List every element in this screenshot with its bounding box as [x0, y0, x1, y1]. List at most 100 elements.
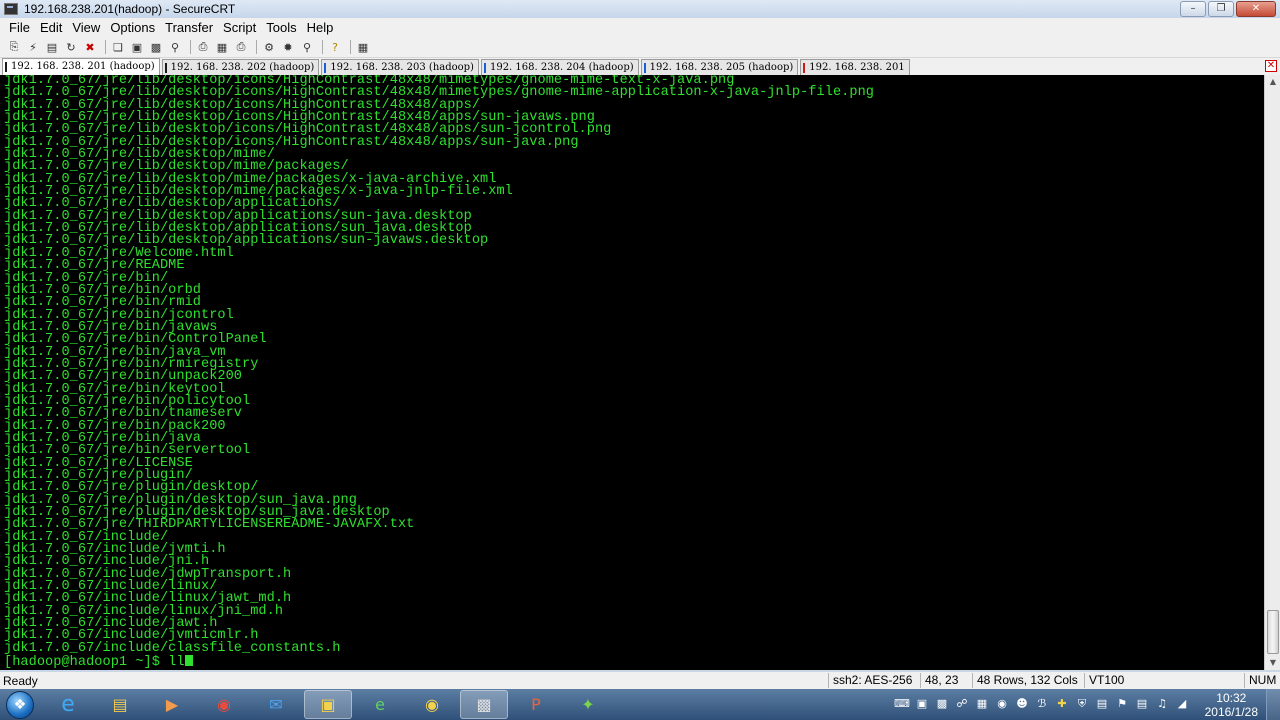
command-prompt-line[interactable]: [hadoop@hadoop1 ~]$ ll	[4, 655, 1264, 670]
360-browser-icon[interactable]: e	[356, 690, 404, 719]
menu-view[interactable]: View	[67, 20, 105, 35]
status-cursor-position: 48, 23	[920, 673, 958, 688]
explorer-icon[interactable]: ▤	[96, 690, 144, 719]
securecrt-app-icon[interactable]	[4, 3, 18, 15]
toolbar-separator	[105, 40, 106, 54]
windows-flag-icon[interactable]: ▦	[972, 693, 992, 715]
connect-icon[interactable]: ⎘	[6, 39, 22, 55]
copy-icon[interactable]: ❏	[110, 39, 126, 55]
filezilla-icon[interactable]: ◉	[408, 690, 456, 719]
menu-bar: File Edit View Options Transfer Script T…	[0, 18, 1280, 37]
title-bar: 192.168.238.201(hadoop) - SecureCRT – ❐ …	[0, 0, 1280, 18]
terminal-line: jdk1.7.0_67/jre/THIRDPARTYLICENSEREADME-…	[4, 517, 415, 533]
maximize-button[interactable]: ❐	[1208, 1, 1234, 17]
status-terminal-size: 48 Rows, 132 Cols	[972, 673, 1078, 688]
keyboard-icon[interactable]: ⌨	[892, 693, 912, 715]
media-player-icon[interactable]: ▶	[148, 690, 196, 719]
tab-status-indicator	[483, 63, 486, 73]
tab-session-204[interactable]: 192. 168. 238. 204 (hadoop)	[480, 59, 639, 75]
qq-icon[interactable]: ☻	[1012, 693, 1032, 715]
terminal-line: jdk1.7.0_67/jre/LICENSE	[4, 455, 193, 471]
tray-app-icon[interactable]: ▩	[932, 693, 952, 715]
menu-options[interactable]: Options	[105, 20, 160, 35]
menu-file[interactable]: File	[4, 20, 35, 35]
tab-session-203[interactable]: 192. 168. 238. 203 (hadoop)	[321, 59, 479, 75]
terminal-line: jdk1.7.0_67/jre/README	[4, 258, 185, 274]
scroll-down-arrow-icon[interactable]: ▼	[1265, 656, 1280, 670]
terminal-lines: jdk1.7.0_67/jre/lib/desktop/icons/HighCo…	[4, 75, 1264, 655]
terminal-output[interactable]: jdk1.7.0_67/jre/lib/desktop/icons/HighCo…	[0, 75, 1264, 670]
copy-paste-icon[interactable]: ▩	[148, 39, 164, 55]
start-button[interactable]: ❖	[0, 689, 40, 720]
session-options-icon[interactable]: ⚙	[261, 39, 277, 55]
global-options-icon[interactable]: ✹	[280, 39, 296, 55]
paste-icon[interactable]: ▣	[129, 39, 145, 55]
tray-app-icon[interactable]: ▣	[912, 693, 932, 715]
tab-label: 192. 168. 238. 201	[809, 62, 905, 73]
tab-status-indicator	[5, 62, 7, 72]
powerpoint-icon[interactable]: P	[512, 690, 560, 719]
menu-edit[interactable]: Edit	[35, 20, 67, 35]
scroll-up-arrow-icon[interactable]: ▲	[1265, 75, 1280, 89]
command-input[interactable]: ll	[168, 655, 184, 670]
outlook-icon[interactable]: ✉	[252, 690, 300, 719]
terminal-scrollbar[interactable]: ▲ ▼	[1264, 75, 1280, 670]
tab-label: 192. 168. 238. 202 (hadoop)	[170, 62, 315, 73]
connect-in-tab-icon[interactable]: ▤	[44, 39, 60, 55]
bluetooth-icon[interactable]: ℬ	[1032, 693, 1052, 715]
securecrt-icon[interactable]: ▣	[304, 690, 352, 719]
signal-icon[interactable]: ◢	[1172, 693, 1192, 715]
print-setup-icon[interactable]: ⎙	[233, 39, 249, 55]
minimize-button[interactable]: –	[1180, 1, 1206, 17]
system-clock[interactable]: 10:32 2016/1/28	[1205, 691, 1258, 719]
reconnect-icon[interactable]: ↻	[63, 39, 79, 55]
tab-status-indicator	[643, 63, 646, 73]
toolbar-separator	[190, 40, 191, 54]
toolbar: ⎘ ⚡ ▤ ↻ ✖ ❏ ▣ ▩ ⚲ ⎙ ▦ ⎙ ⚙ ✹ ⚲ ? ▦	[0, 37, 1280, 58]
menu-script[interactable]: Script	[218, 20, 261, 35]
tab-session-205[interactable]: 192. 168. 238. 205 (hadoop)	[640, 59, 799, 75]
volume-icon[interactable]: ♫	[1152, 693, 1172, 715]
keymap-icon[interactable]: ⚲	[299, 39, 315, 55]
print-icon[interactable]: ⎙	[195, 39, 211, 55]
toolbar-separator	[256, 40, 257, 54]
status-ready: Ready	[3, 673, 38, 688]
tab-session-201[interactable]: 192. 168. 238. 201 (hadoop)	[2, 58, 160, 75]
tab-status-indicator	[164, 63, 167, 73]
tab-session-201-2[interactable]: 192. 168. 238. 201	[800, 59, 910, 75]
green-app-icon[interactable]: ✦	[564, 690, 612, 719]
clock-time: 10:32	[1216, 691, 1247, 705]
tab-label: 192. 168. 238. 201 (hadoop)	[11, 61, 155, 72]
app-window-icon[interactable]: ▩	[460, 690, 508, 719]
clock-date: 2016/1/28	[1204, 705, 1258, 719]
tab-session-202[interactable]: 192. 168. 238. 202 (hadoop)	[161, 59, 320, 75]
quick-connect-icon[interactable]: ⚡	[25, 39, 41, 55]
sftp-icon[interactable]: ▦	[355, 39, 371, 55]
status-bar: Ready ssh2: AES-256 48, 23 48 Rows, 132 …	[0, 672, 1280, 689]
shield-icon[interactable]: ☍	[952, 693, 972, 715]
tray-app-icon[interactable]: ◉	[992, 693, 1012, 715]
print-selection-icon[interactable]: ▦	[214, 39, 230, 55]
chrome-icon[interactable]: ◉	[200, 690, 248, 719]
show-desktop-button[interactable]	[1266, 689, 1280, 720]
terminal-line: jdk1.7.0_67/include/classfile_constants.…	[4, 640, 341, 656]
security-icon[interactable]: ⛨	[1072, 693, 1092, 715]
terminal-line: jdk1.7.0_67/jre/bin/servertool	[4, 443, 251, 459]
plus-icon[interactable]: ✚	[1052, 693, 1072, 715]
close-button[interactable]: ✕	[1236, 1, 1276, 17]
scrollbar-thumb[interactable]	[1267, 610, 1279, 654]
ie-icon[interactable]: e	[44, 690, 92, 719]
flag-icon[interactable]: ⚑	[1112, 693, 1132, 715]
status-terminal-type: VT100	[1084, 673, 1124, 688]
menu-tools[interactable]: Tools	[261, 20, 301, 35]
text-cursor	[184, 655, 193, 667]
network-icon[interactable]: ▤	[1092, 693, 1112, 715]
menu-help[interactable]: Help	[302, 20, 339, 35]
menu-transfer[interactable]: Transfer	[160, 20, 218, 35]
tab-status-indicator	[803, 63, 806, 73]
disconnect-icon[interactable]: ✖	[82, 39, 98, 55]
action-center-icon[interactable]: ▤	[1132, 693, 1152, 715]
find-icon[interactable]: ⚲	[167, 39, 183, 55]
close-tab-icon[interactable]: ✕	[1265, 60, 1277, 72]
help-icon[interactable]: ?	[327, 39, 343, 55]
